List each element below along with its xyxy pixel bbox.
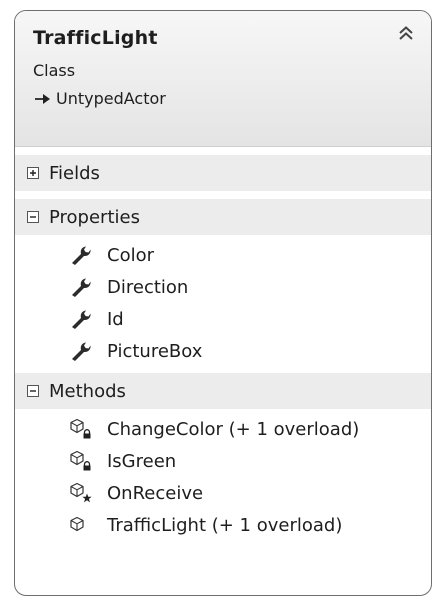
method-name: TrafficLight (+ 1 overload) — [107, 514, 343, 536]
section-fields-label: Fields — [49, 162, 100, 184]
wrench-property-icon — [69, 276, 93, 298]
method-item[interactable]: OnReceive — [15, 477, 431, 509]
wrench-property-icon — [69, 244, 93, 266]
property-name: Id — [107, 308, 124, 330]
method-item[interactable]: TrafficLight (+ 1 overload) — [15, 509, 431, 541]
property-item[interactable]: Id — [15, 303, 431, 335]
property-name: PictureBox — [107, 340, 203, 362]
section-methods-header[interactable]: Methods — [15, 373, 431, 409]
method-name: OnReceive — [107, 482, 204, 504]
base-class[interactable]: UntypedActor — [33, 89, 166, 108]
inheritance-arrow-icon — [35, 93, 50, 104]
property-item[interactable]: PictureBox — [15, 335, 431, 367]
public-method-icon — [70, 516, 84, 532]
section-methods-label: Methods — [49, 380, 126, 402]
class-name[interactable]: TrafficLight — [33, 27, 158, 49]
method-name: ChangeColor (+ 1 overload) — [107, 418, 360, 440]
wrench-property-icon — [69, 308, 93, 330]
private-method-icon — [70, 450, 92, 471]
collapse-minus-icon[interactable] — [27, 385, 39, 397]
expand-plus-icon[interactable] — [27, 167, 39, 179]
class-body: Fields Properties Color Direction Id Pic… — [15, 147, 431, 547]
property-item[interactable]: Color — [15, 239, 431, 271]
property-item[interactable]: Direction — [15, 271, 431, 303]
properties-list: Color Direction Id PictureBox — [15, 235, 431, 373]
class-header: TrafficLight Class UntypedActor — [15, 11, 431, 147]
method-name: IsGreen — [107, 450, 177, 472]
double-chevron-up-icon[interactable] — [395, 23, 417, 45]
section-properties-label: Properties — [49, 206, 140, 228]
base-class-name: UntypedActor — [56, 89, 166, 108]
method-item[interactable]: ChangeColor (+ 1 overload) — [15, 413, 431, 445]
method-item[interactable]: IsGreen — [15, 445, 431, 477]
class-stereotype: Class — [33, 61, 76, 80]
methods-list: ChangeColor (+ 1 overload) IsGreen OnRec… — [15, 409, 431, 547]
collapse-minus-icon[interactable] — [27, 211, 39, 223]
protected-method-icon — [70, 482, 92, 503]
class-shape[interactable]: TrafficLight Class UntypedActor Fields P… — [14, 10, 432, 596]
section-properties-header[interactable]: Properties — [15, 199, 431, 235]
property-name: Color — [107, 244, 154, 266]
section-fields-header[interactable]: Fields — [15, 155, 431, 191]
property-name: Direction — [107, 276, 189, 298]
private-method-icon — [70, 418, 92, 439]
wrench-property-icon — [69, 340, 93, 362]
